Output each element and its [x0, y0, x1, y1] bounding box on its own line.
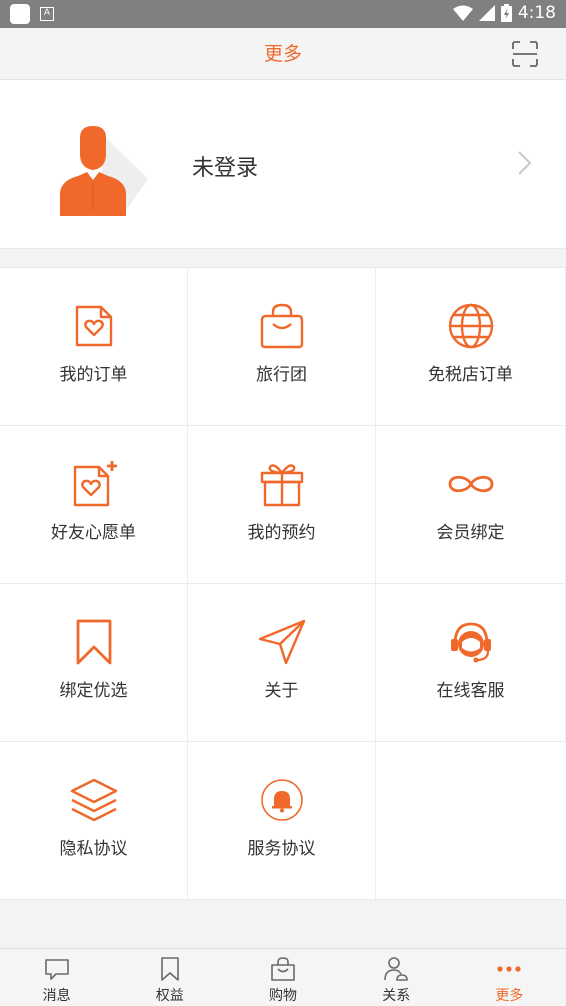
menu-item-tour-group[interactable]: 旅行团	[188, 268, 376, 426]
shopping-bag-icon	[271, 957, 295, 981]
message-icon	[44, 959, 69, 980]
gift-box-icon	[260, 464, 303, 507]
signal-icon	[478, 5, 495, 21]
tab-relations[interactable]: 关系	[340, 949, 453, 1006]
globe-icon	[448, 303, 493, 349]
layers-icon	[70, 778, 117, 822]
app-notification-icon	[10, 4, 30, 24]
tab-label: 权益	[155, 988, 184, 1004]
tab-label: 关系	[382, 988, 411, 1004]
tab-more[interactable]: 更多	[453, 949, 566, 1006]
tab-benefits[interactable]: 权益	[113, 949, 226, 1006]
clock-time: 4:18	[517, 3, 556, 23]
menu-empty-cell	[376, 742, 566, 900]
menu-item-label: 免税店订单	[428, 365, 513, 385]
keyboard-notification-icon: A	[40, 7, 54, 21]
menu-item-about[interactable]: 关于	[188, 584, 376, 742]
menu-item-online-service[interactable]: 在线客服	[376, 584, 566, 742]
tab-label: 消息	[42, 988, 71, 1004]
heart-document-plus-icon	[73, 461, 117, 507]
tab-label: 购物	[269, 988, 297, 1004]
bell-icon	[260, 779, 303, 821]
menu-item-bind-preferred[interactable]: 绑定优选	[0, 584, 188, 742]
paper-plane-icon	[258, 619, 305, 665]
profile-login-row[interactable]: 未登录	[0, 80, 566, 249]
nav-bar: 更多	[0, 28, 566, 80]
login-status-label: 未登录	[192, 156, 259, 181]
menu-item-label: 关于	[264, 681, 299, 701]
menu-item-duty-free-orders[interactable]: 免税店订单	[376, 268, 566, 426]
bottom-tab-bar: 消息 权益 购物 关系 更多	[0, 948, 566, 1006]
menu-grid: 我的订单 旅行团 免税店订单 好友心愿单 我的预约 会员绑定 绑定优选 关于 在…	[0, 267, 566, 900]
menu-item-label: 隐私协议	[59, 839, 128, 859]
scan-icon[interactable]	[512, 41, 538, 67]
heart-document-icon	[75, 305, 112, 347]
bookmark-icon	[160, 957, 179, 981]
bookmark-icon	[76, 619, 111, 665]
menu-item-label: 我的订单	[59, 365, 128, 385]
menu-item-label: 会员绑定	[436, 523, 505, 543]
menu-item-privacy-policy[interactable]: 隐私协议	[0, 742, 188, 900]
menu-item-my-appointments[interactable]: 我的预约	[188, 426, 376, 584]
menu-item-label: 好友心愿单	[51, 523, 136, 543]
page-title: 更多	[263, 43, 302, 65]
menu-item-my-orders[interactable]: 我的订单	[0, 268, 188, 426]
menu-item-label: 在线客服	[436, 681, 505, 701]
menu-item-service-agreement[interactable]: 服务协议	[188, 742, 376, 900]
menu-item-label: 绑定优选	[59, 681, 128, 701]
menu-item-label: 服务协议	[247, 839, 316, 859]
tab-messages[interactable]: 消息	[0, 949, 113, 1006]
status-bar: A 4:18	[0, 0, 566, 28]
headset-agent-icon	[450, 622, 491, 663]
avatar	[60, 126, 148, 216]
menu-item-label: 旅行团	[256, 365, 307, 385]
wifi-icon	[452, 5, 473, 21]
menu-item-label: 我的预约	[247, 523, 316, 543]
menu-item-member-binding[interactable]: 会员绑定	[376, 426, 566, 584]
chevron-right-icon	[518, 151, 532, 175]
menu-item-friend-wishlist[interactable]: 好友心愿单	[0, 426, 188, 584]
infinity-link-icon	[448, 475, 493, 493]
contacts-icon	[384, 957, 409, 981]
shopping-bag-icon	[260, 303, 303, 349]
tab-shopping[interactable]: 购物	[226, 949, 339, 1006]
tab-label: 更多	[495, 988, 524, 1004]
battery-icon	[500, 4, 512, 22]
more-dots-icon	[497, 966, 522, 972]
